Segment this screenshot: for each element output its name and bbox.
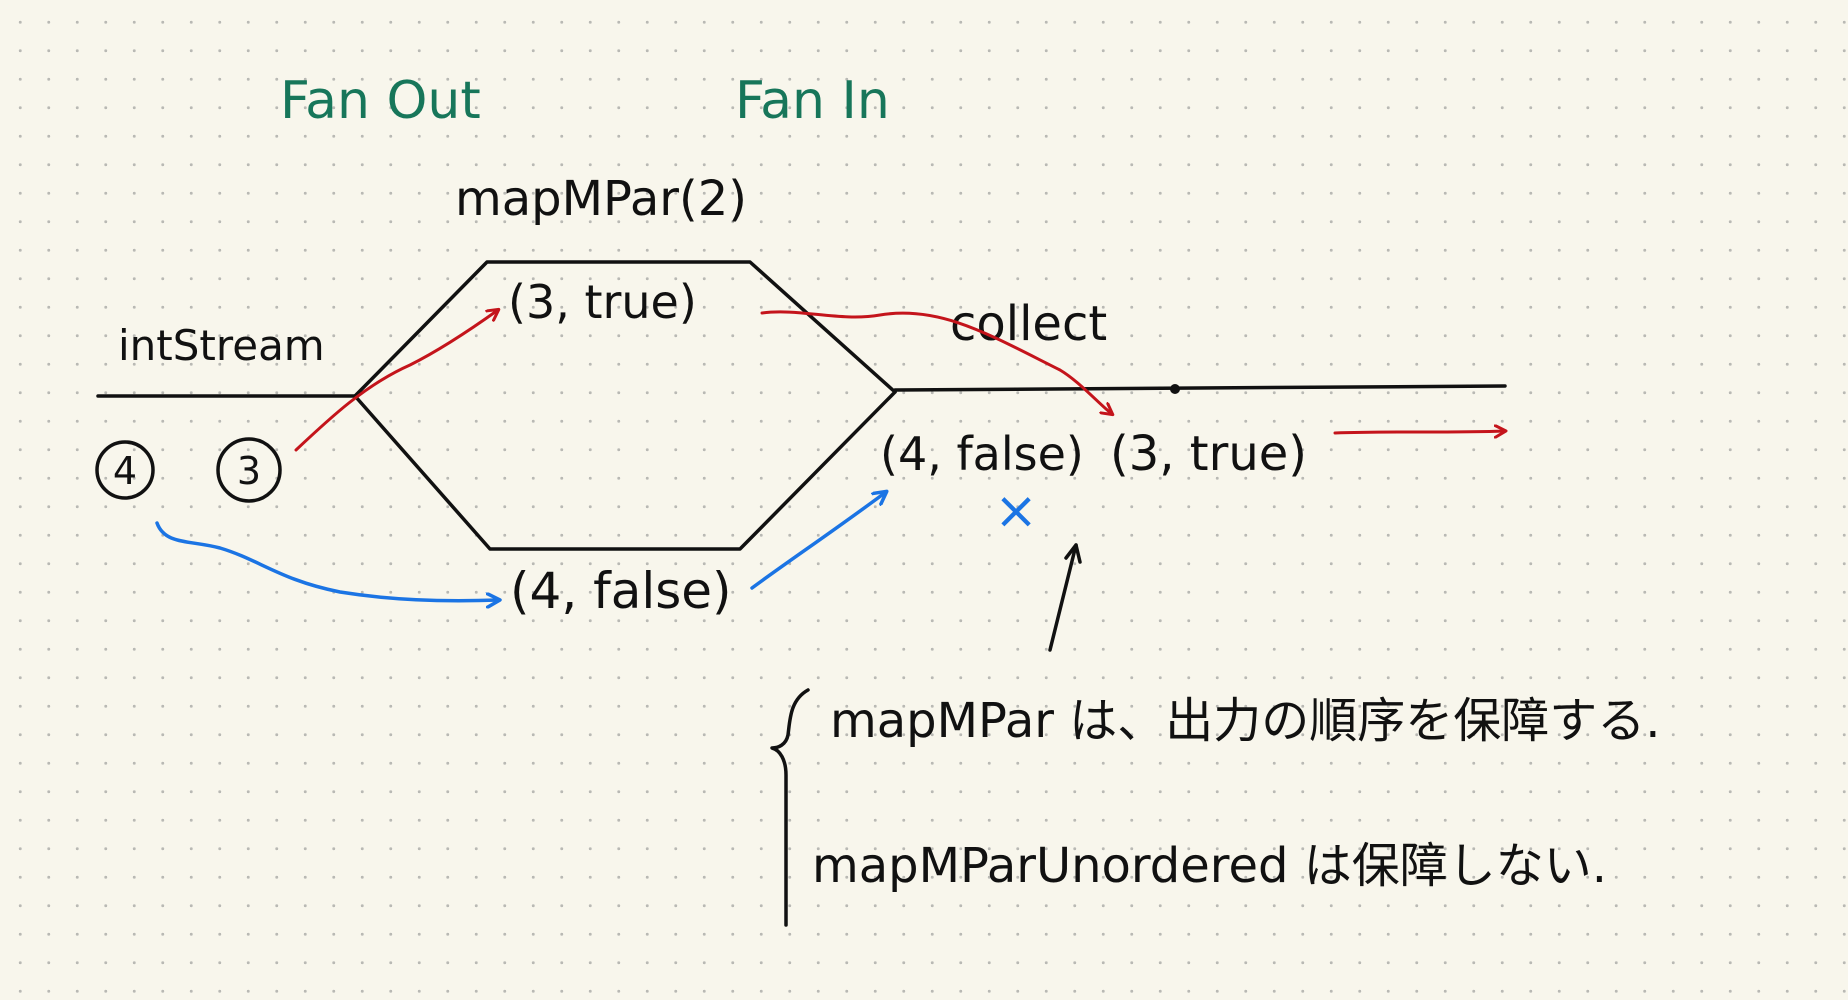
source-label: intStream [118,321,325,370]
output-rejected-value: (4, false) [880,427,1084,481]
rejected-mark: × [994,481,1038,541]
note-ordered: mapMPar は、出力の順序を保障する. [830,693,1661,749]
upper-lane-value: (3, true) [508,275,697,329]
stream-dot [1170,384,1180,394]
fan-in-heading: Fan In [735,71,890,131]
red-arrow-output [1333,431,1505,433]
red-arrow-to-upper-lane [294,310,498,452]
operator-label: mapMPar(2) [455,171,747,227]
lower-lane [353,390,897,551]
output-emitted-value: (3, true) [1110,426,1307,482]
stream-diagram: Fan Out Fan In mapMPar(2) intStream coll… [95,71,1661,927]
input-3-label: 3 [237,449,261,493]
output-stream-line [893,384,1507,392]
blue-arrow-to-output [750,492,886,590]
note-unordered: mapMParUnordered は保障しない. [812,838,1607,894]
note-pointer-line [1048,543,1078,652]
fan-out-heading: Fan Out [280,71,481,131]
blue-arrow-to-lower-lane [155,521,499,601]
input-element-4: 4 [95,440,155,500]
lower-lane-value: (4, false) [510,562,732,620]
input-element-3: 3 [216,437,282,503]
input-4-label: 4 [113,449,137,493]
notes-brace [770,688,810,927]
sink-label: collect [950,296,1107,352]
